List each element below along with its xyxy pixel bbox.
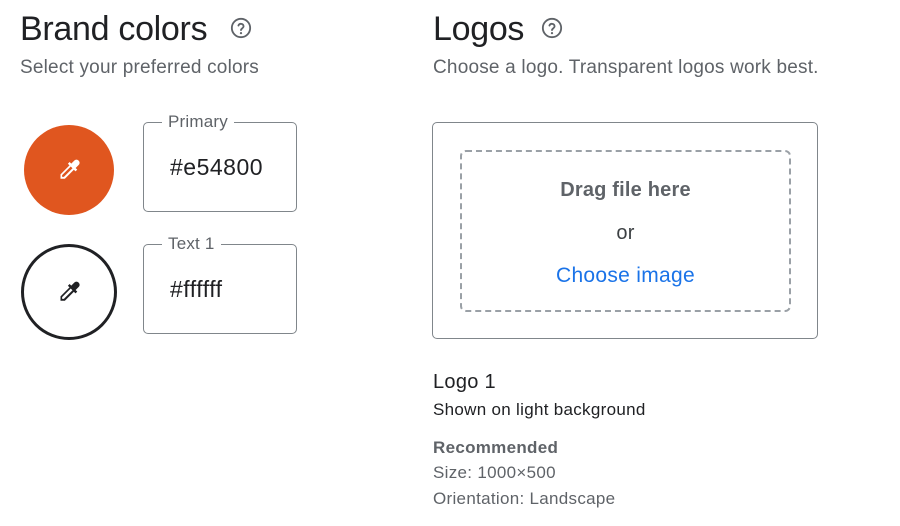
logo-title: Logo 1 [433,371,496,393]
eyedropper-icon [60,159,80,179]
recommended-heading: Recommended [433,438,559,457]
primary-color-swatch[interactable] [24,125,114,215]
text1-color-value[interactable]: #ffffff [170,275,223,303]
eyedropper-icon [60,281,80,301]
or-text: or [616,222,635,244]
logo-description: Shown on light background [433,400,646,419]
logos-title: Logos [433,10,525,48]
brand-colors-title: Brand colors [20,10,208,48]
brand-colors-subtitle: Select your preferred colors [20,57,259,78]
help-circle-icon[interactable] [541,17,563,39]
logo-dropzone[interactable]: Drag file here or Choose image [432,122,818,339]
recommended-orientation: Orientation: Landscape [433,489,616,508]
text1-color-field[interactable]: Text 1 #ffffff [143,233,297,334]
help-circle-icon[interactable] [230,17,252,39]
recommended-size: Size: 1000×500 [433,463,556,482]
primary-color-field[interactable]: Primary #e54800 [143,111,297,212]
primary-color-value[interactable]: #e54800 [170,153,263,181]
drag-file-text: Drag file here [560,179,691,201]
choose-image-link[interactable]: Choose image [462,263,789,289]
text1-color-swatch[interactable] [21,244,117,340]
text1-color-label: Text 1 [162,233,221,255]
logos-subtitle: Choose a logo. Transparent logos work be… [433,57,819,78]
logo-dropzone-target[interactable]: Drag file here or Choose image [460,150,791,312]
primary-color-label: Primary [162,111,234,133]
